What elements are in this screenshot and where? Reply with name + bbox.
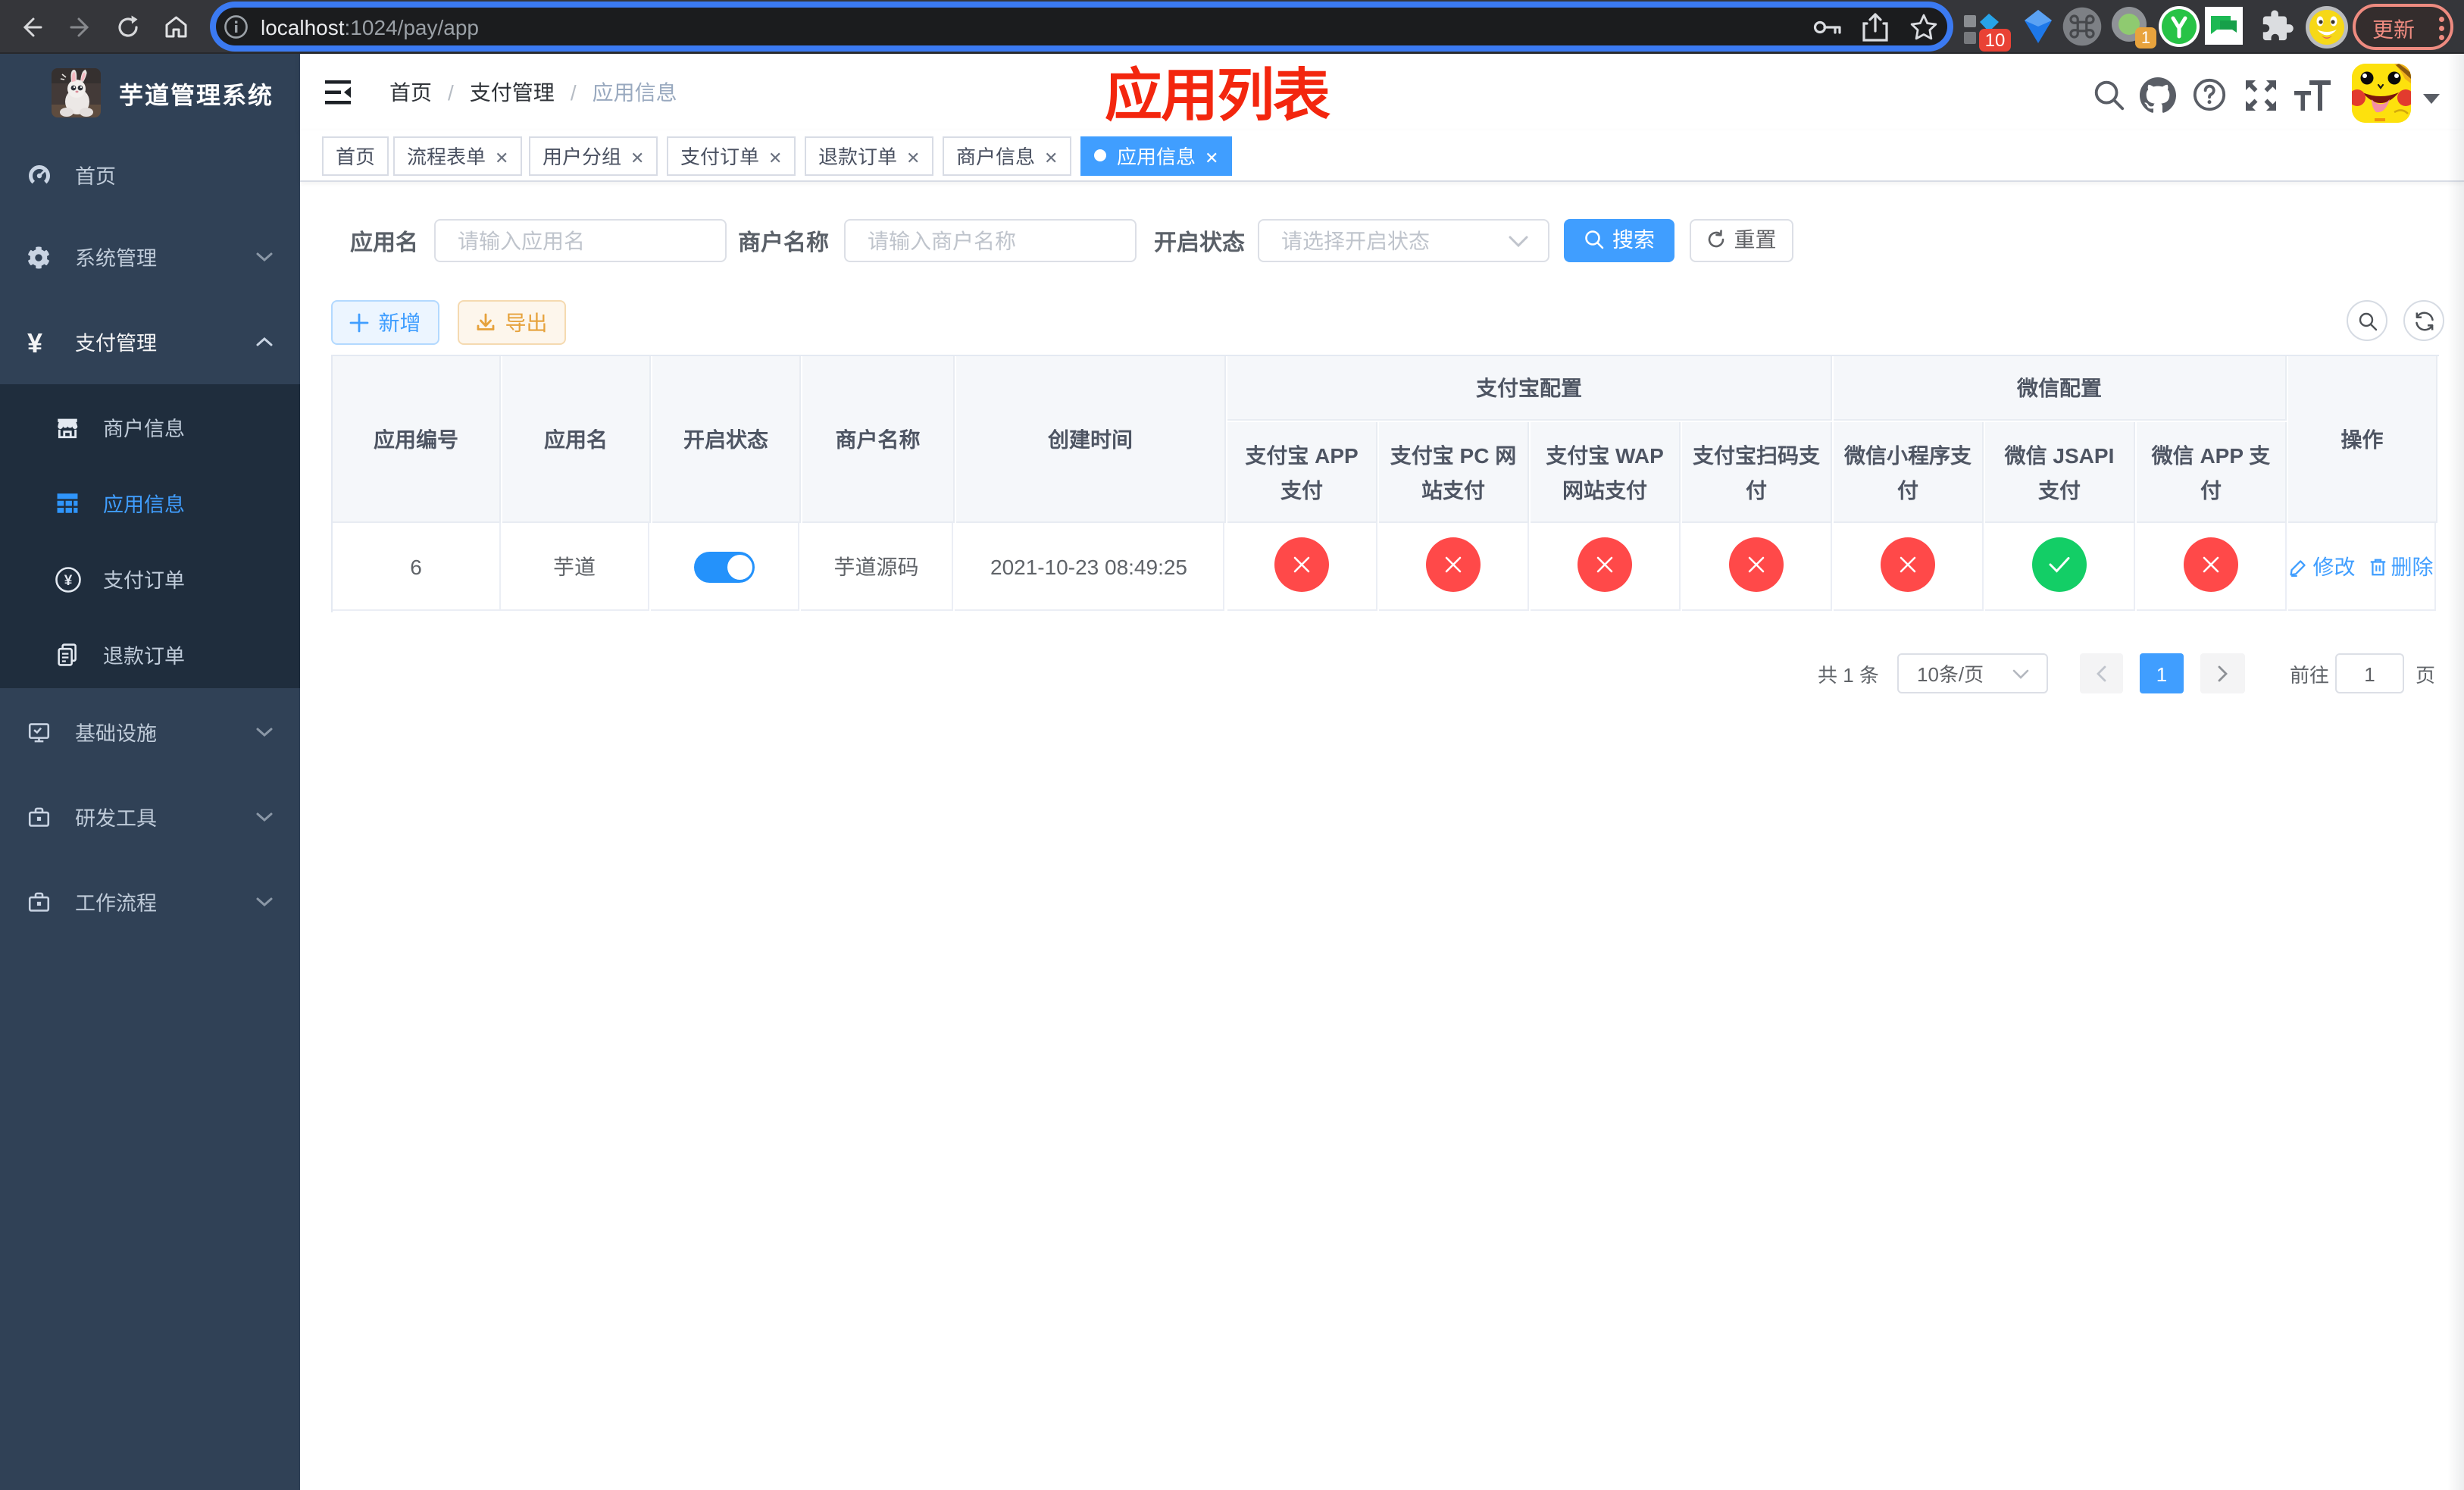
svg-text:10: 10	[1985, 30, 2006, 51]
svg-text:¥: ¥	[64, 573, 73, 589]
svg-text:1: 1	[2141, 28, 2150, 47]
